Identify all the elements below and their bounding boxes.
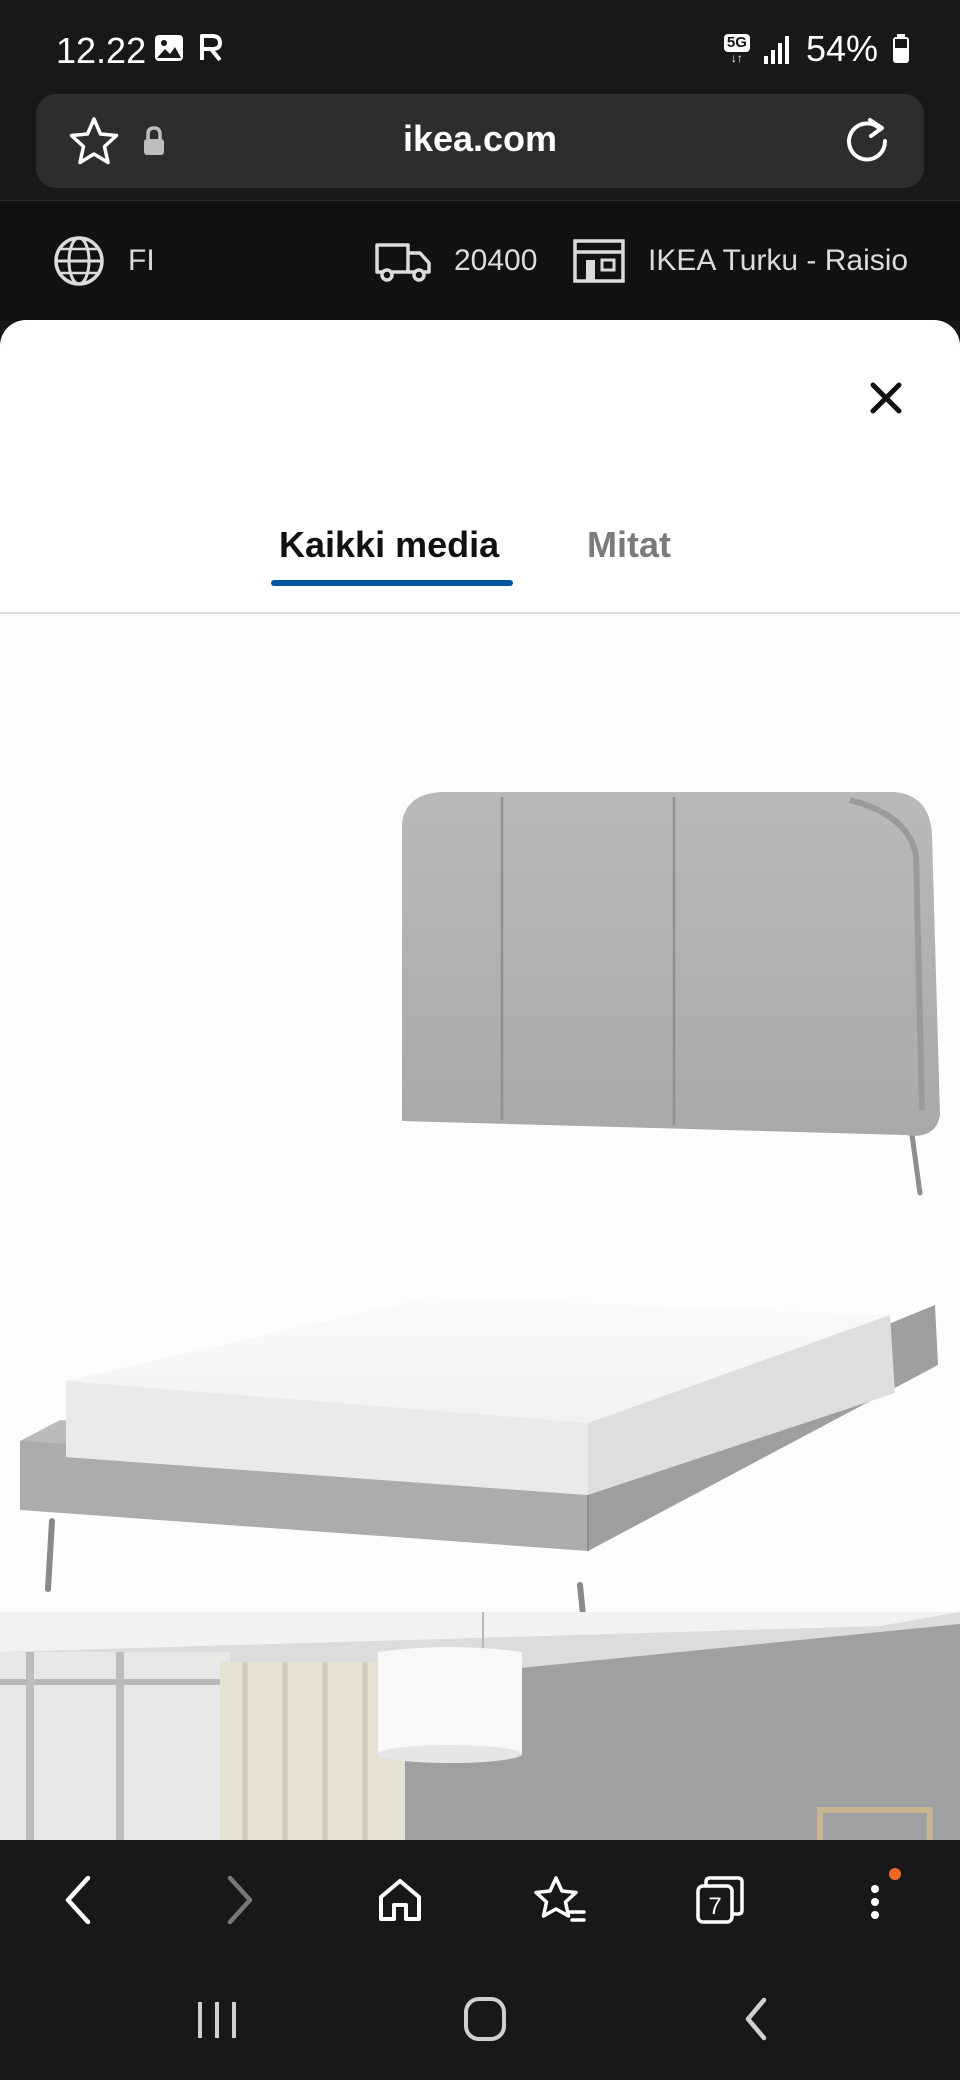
store-icon [573,239,625,283]
browser-bottom-nav: 7 [0,1840,960,1960]
bookmarks-star-icon [534,1876,586,1922]
recent-apps-icon[interactable] [196,1996,238,2044]
language-label: FI [128,244,155,277]
site-header: FI 20400 IKEA Turku - Raisio [0,200,960,321]
postcode-label: 20400 [454,244,538,277]
language-selector[interactable]: FI [52,201,155,321]
battery-icon [893,34,909,63]
tab-dimensions[interactable]: Mitat [587,524,671,566]
room-scene-illustration [0,1612,960,1840]
home-button[interactable] [340,1840,460,1960]
home-circle-icon[interactable] [462,1994,510,2044]
store-label: IKEA Turku - Raisio [648,244,909,277]
chevron-right-icon [227,1875,253,1925]
system-back-icon[interactable] [738,1994,774,2044]
delivery-truck-icon [375,243,431,282]
tabs-icon: 7 [696,1876,744,1924]
forward-button[interactable] [180,1840,300,1960]
address-bar[interactable]: ikea.com [36,94,924,188]
product-image[interactable] [0,615,960,1668]
url-text[interactable]: ikea.com [36,118,924,160]
system-navigation-bar [0,1960,960,2080]
chevron-left-icon [65,1875,91,1925]
delivery-postcode[interactable]: 20400 [374,201,537,321]
reload-icon[interactable] [842,116,892,166]
tab-count: 7 [708,1893,721,1920]
battery-percent: 54% [805,28,878,69]
room-scene-image[interactable] [0,1612,960,1840]
active-tab-indicator [271,580,513,586]
signal-icon [763,36,789,64]
tab-all-media[interactable]: Kaikki media [279,524,499,566]
bookmarks-button[interactable] [500,1840,620,1960]
more-vertical-icon [871,1868,901,1919]
store-selector[interactable]: IKEA Turku - Raisio [572,201,908,321]
status-right: 5G ↓↑ 54% [723,28,910,70]
notification-dot [889,1868,901,1880]
menu-button[interactable] [820,1840,940,1960]
network-badge: 5G ↓↑ [723,34,750,64]
globe-icon [54,236,104,286]
r-app-icon [200,34,222,62]
gallery-icon [155,35,183,61]
media-viewer-sheet: Kaikki media Mitat [0,320,960,1840]
status-bar: 12.22 5G ↓↑ 54% [0,0,960,96]
back-button[interactable] [18,1840,138,1960]
close-icon[interactable] [856,368,916,428]
home-icon [379,1879,421,1921]
tabs-button[interactable]: 7 [660,1840,780,1960]
bed-illustration [20,792,940,1668]
status-time: 12.22 [56,30,147,71]
media-tabs: Kaikki media Mitat [0,490,960,614]
